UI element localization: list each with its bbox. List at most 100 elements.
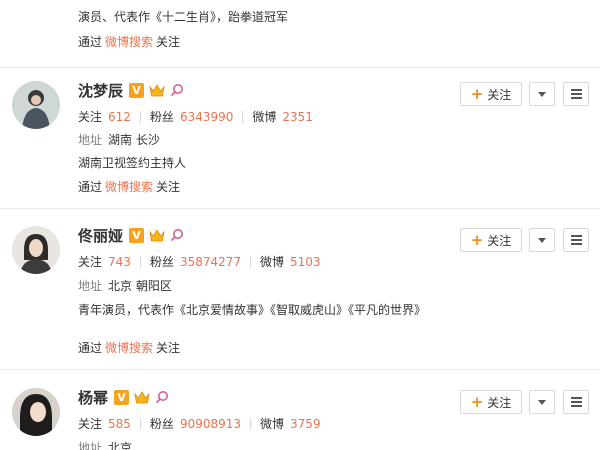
menu-button[interactable] [563,390,589,414]
follow-button[interactable]: + 关注 [460,228,522,252]
via-link[interactable]: 微博搜索 [105,180,153,194]
dropdown-button[interactable] [529,228,555,252]
user-bio: 湖南卫视签约主持人 [78,156,187,170]
following-count[interactable]: 743 [108,255,131,269]
via-line: 通过 微博搜索 关注 [78,33,180,50]
follow-button[interactable]: + 关注 [460,390,522,414]
user-card: 佟丽娅 V 关注 743 粉丝 35874277 微博 5103 地址 北京 朝阳… [0,209,600,367]
menu-icon-line [570,97,582,99]
follow-button-label: 关注 [487,395,512,410]
member-icon [170,84,184,97]
weibo-count[interactable]: 3759 [290,417,321,431]
user-card: 杨幂 V 关注 585 粉丝 90908913 微博 3759 地址 北京 + 关注 [0,370,600,450]
divider [242,110,244,123]
divider [139,255,141,268]
follow-button-label: 关注 [487,87,512,102]
crown-icon [134,390,150,403]
following-label: 关注 [78,110,103,124]
follow-button-label: 关注 [487,233,512,248]
avatar[interactable] [12,81,60,129]
menu-button[interactable] [563,228,589,252]
user-list: 演员、代表作《十二生肖》，跆拳道冠军 通过 微博搜索 关注 沈梦辰 V 关注 6… [0,0,600,450]
following-label: 关注 [78,417,103,431]
user-name[interactable]: 沈梦辰 [78,80,123,101]
location-row: 地址 北京 朝阳区 [78,277,172,294]
stats-row: 关注 612 粉丝 6343990 微博 2351 [78,108,313,125]
via-link[interactable]: 微博搜索 [105,35,153,49]
user-card-partial: 演员、代表作《十二生肖》，跆拳道冠军 通过 微博搜索 关注 [0,0,600,60]
via-prefix: 通过 [78,341,103,355]
menu-icon-line [570,89,582,91]
location-label: 地址 [78,441,103,450]
stats-row: 关注 743 粉丝 35874277 微博 5103 [78,253,321,270]
weibo-count[interactable]: 2351 [282,110,313,124]
crown-icon [149,83,165,96]
user-bio: 演员、代表作《十二生肖》，跆拳道冠军 [78,10,289,24]
following-label: 关注 [78,255,103,269]
fans-count[interactable]: 35874277 [180,255,241,269]
avatar[interactable] [12,226,60,274]
follow-button[interactable]: + 关注 [460,82,522,106]
user-name[interactable]: 杨幂 [78,387,108,408]
weibo-label: 微博 [260,417,285,431]
menu-icon-line [570,239,582,241]
weibo-count[interactable]: 5103 [290,255,321,269]
dropdown-button[interactable] [529,82,555,106]
menu-icon-line [570,235,582,237]
fans-label: 粉丝 [149,255,174,269]
crown-icon [149,228,165,241]
location-row: 地址 湖南 长沙 [78,131,160,148]
location-label: 地址 [78,279,103,293]
dropdown-button[interactable] [529,390,555,414]
via-action: 关注 [156,35,181,49]
location-row: 地址 北京 [78,439,132,450]
divider [250,255,252,268]
via-action: 关注 [156,180,181,194]
via-action: 关注 [156,341,181,355]
chevron-down-icon [538,91,546,97]
avatar[interactable] [12,388,60,436]
weibo-label: 微博 [252,110,277,124]
menu-icon-line [570,401,582,403]
chevron-down-icon [538,399,546,405]
fans-count[interactable]: 6343990 [180,110,233,124]
menu-icon-line [570,243,582,245]
via-line: 通过 微博搜索 关注 [78,178,180,195]
location-value: 北京 [108,441,133,450]
via-link[interactable]: 微博搜索 [105,341,153,355]
via-prefix: 通过 [78,180,103,194]
stats-row: 关注 585 粉丝 90908913 微博 3759 [78,415,321,432]
menu-button[interactable] [563,82,589,106]
member-icon [155,391,169,404]
plus-icon: + [470,230,484,249]
name-row: 佟丽娅 V [78,225,184,245]
divider [139,110,141,123]
via-prefix: 通过 [78,35,103,49]
divider [250,417,252,430]
following-count[interactable]: 585 [108,417,131,431]
fans-label: 粉丝 [149,417,174,431]
fans-count[interactable]: 90908913 [180,417,241,431]
chevron-down-icon [538,237,546,243]
user-card: 沈梦辰 V 关注 612 粉丝 6343990 微博 2351 地址 湖南 长沙 … [0,68,600,208]
divider [139,417,141,430]
plus-icon: + [470,392,484,411]
location-value: 北京 朝阳区 [108,279,172,293]
user-name[interactable]: 佟丽娅 [78,225,123,246]
weibo-label: 微博 [260,255,285,269]
via-line: 通过 微博搜索 关注 [78,339,180,356]
verified-v-icon: V [129,82,145,98]
location-value: 湖南 长沙 [108,133,160,147]
member-icon [170,229,184,242]
user-bio: 青年演员，代表作《北京爱情故事》《智取威虎山》《平凡的世界》 [78,303,427,317]
menu-icon-line [570,93,582,95]
name-row: 杨幂 V [78,387,169,407]
verified-v-icon: V [129,227,145,243]
menu-icon-line [570,397,582,399]
menu-icon-line [570,405,582,407]
following-count[interactable]: 612 [108,110,131,124]
location-label: 地址 [78,133,103,147]
fans-label: 粉丝 [149,110,174,124]
verified-v-icon: V [114,389,130,405]
name-row: 沈梦辰 V [78,80,184,100]
